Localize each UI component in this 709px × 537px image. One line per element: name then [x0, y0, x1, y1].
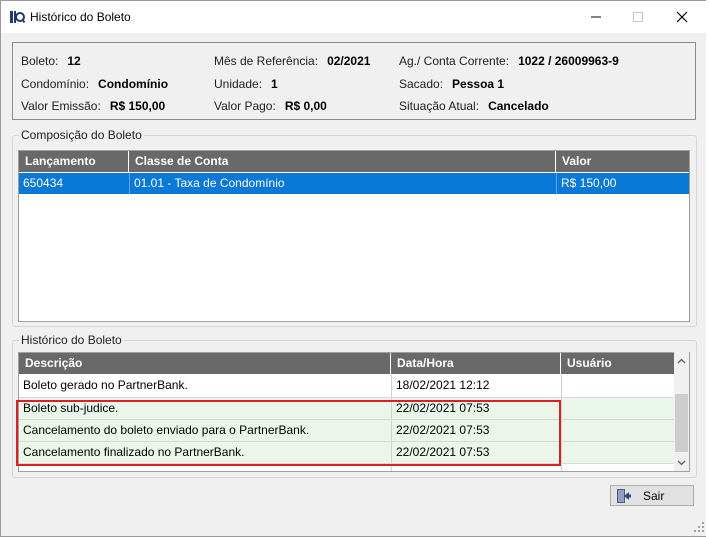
situacao-value: Cancelado: [488, 99, 549, 113]
col-header-lancamento[interactable]: Lançamento: [19, 151, 129, 172]
valor-pago-value: R$ 0,00: [284, 99, 327, 113]
minimize-icon: [591, 16, 601, 18]
cell-descricao[interactable]: Cancelamento do boleto enviado para o Pa…: [19, 420, 391, 441]
sair-label: Sair: [643, 488, 665, 503]
composicao-grid[interactable]: Lançamento Classe de Conta Valor 650434 …: [18, 150, 690, 322]
boleto-value: 12: [67, 54, 81, 68]
cell-usuario[interactable]: [562, 398, 675, 419]
maximize-button[interactable]: [617, 1, 659, 33]
valor-emissao-label: Valor Emissão:: [21, 99, 101, 113]
title-bar[interactable]: Histórico do Boleto: [1, 1, 709, 33]
ag-conta-label: Ag./ Conta Corrente:: [399, 54, 510, 68]
historico-title: Histórico do Boleto: [19, 333, 124, 347]
mes-referencia-field: Mês de Referência: 02/2021: [214, 54, 370, 68]
cell-descricao[interactable]: Boleto sub-judice.: [19, 398, 391, 419]
scroll-up-icon: [677, 358, 686, 363]
mes-referencia-label: Mês de Referência:: [214, 54, 319, 68]
cell-descricao[interactable]: Cancelamento finalizado no PartnerBank.: [19, 442, 391, 463]
col-header-usuario[interactable]: Usuário: [561, 353, 675, 374]
col-header-valor[interactable]: Valor: [556, 151, 689, 172]
cell-descricao[interactable]: Boleto gerado no PartnerBank.: [19, 375, 391, 396]
valor-pago-field: Valor Pago: R$ 0,00: [214, 99, 327, 113]
maximize-icon: [633, 12, 643, 22]
cell-datahora[interactable]: 22/02/2021 07:53: [392, 420, 561, 441]
composicao-title: Composição do Boleto: [19, 128, 144, 142]
cell-usuario[interactable]: [562, 420, 675, 441]
condominio-label: Condomínio:: [21, 77, 90, 91]
mes-referencia-value: 02/2021: [327, 54, 371, 68]
historico-window: Histórico do Boleto Boleto: 12 Mês de Ref…: [0, 0, 709, 537]
cell-usuario[interactable]: [562, 375, 675, 396]
app-icon: [10, 11, 25, 24]
sacado-label: Sacado:: [399, 77, 444, 91]
unidade-label: Unidade:: [214, 77, 263, 91]
ag-conta-field: Ag./ Conta Corrente: 1022 / 26009963-9: [399, 54, 619, 68]
exit-door-icon: [617, 488, 631, 503]
cell-datahora[interactable]: 22/02/2021 07:53: [392, 442, 561, 463]
unidade-value: 1: [271, 77, 278, 91]
col-header-descricao[interactable]: Descrição: [19, 353, 391, 374]
ag-conta-value: 1022 / 26009963-9: [518, 54, 619, 68]
row-divider: [19, 463, 675, 464]
condominio-field: Condomínio: Condomínio: [21, 77, 168, 91]
cell-classe[interactable]: 01.01 - Taxa de Condomínio: [129, 173, 556, 194]
valor-emissao-value: R$ 150,00: [109, 99, 166, 113]
close-button[interactable]: [661, 1, 703, 33]
situacao-label: Situação Atual:: [399, 99, 480, 113]
boleto-field: Boleto: 12: [21, 54, 81, 68]
scroll-down-icon: [677, 460, 686, 465]
boleto-info-panel: Boleto: 12 Mês de Referência: 02/2021 Ag./…: [12, 42, 696, 120]
condominio-value: Condomínio: [98, 77, 169, 91]
cell-datahora[interactable]: 18/02/2021 12:12: [392, 375, 561, 396]
boleto-label: Boleto:: [21, 54, 59, 68]
window-title: Histórico do Boleto: [30, 10, 131, 24]
minimize-button[interactable]: [575, 1, 617, 33]
sacado-value: Pessoa 1: [452, 77, 505, 91]
scroll-up-button[interactable]: [674, 352, 689, 369]
unidade-field: Unidade: 1: [214, 77, 278, 91]
scroll-thumb[interactable]: [675, 394, 688, 452]
col-header-datahora[interactable]: Data/Hora: [391, 353, 561, 374]
historico-grid[interactable]: Descrição Data/Hora Usuário Boleto gerad…: [18, 352, 690, 472]
cell-valor[interactable]: R$ 150,00: [556, 173, 689, 194]
sacado-field: Sacado: Pessoa 1: [399, 77, 504, 91]
sair-button[interactable]: Sair: [610, 485, 694, 506]
scroll-down-button[interactable]: [674, 454, 689, 471]
col-header-classe[interactable]: Classe de Conta: [129, 151, 556, 172]
cell-usuario[interactable]: [562, 442, 675, 463]
historico-scrollbar[interactable]: [674, 352, 689, 471]
resize-grip-icon[interactable]: [693, 521, 705, 533]
situacao-field: Situação Atual: Cancelado: [399, 99, 549, 113]
cell-datahora[interactable]: 22/02/2021 07:53: [392, 398, 561, 419]
cell-lancamento[interactable]: 650434: [19, 173, 129, 194]
close-icon: [676, 11, 688, 23]
valor-pago-label: Valor Pago:: [214, 99, 276, 113]
valor-emissao-field: Valor Emissão: R$ 150,00: [21, 99, 165, 113]
